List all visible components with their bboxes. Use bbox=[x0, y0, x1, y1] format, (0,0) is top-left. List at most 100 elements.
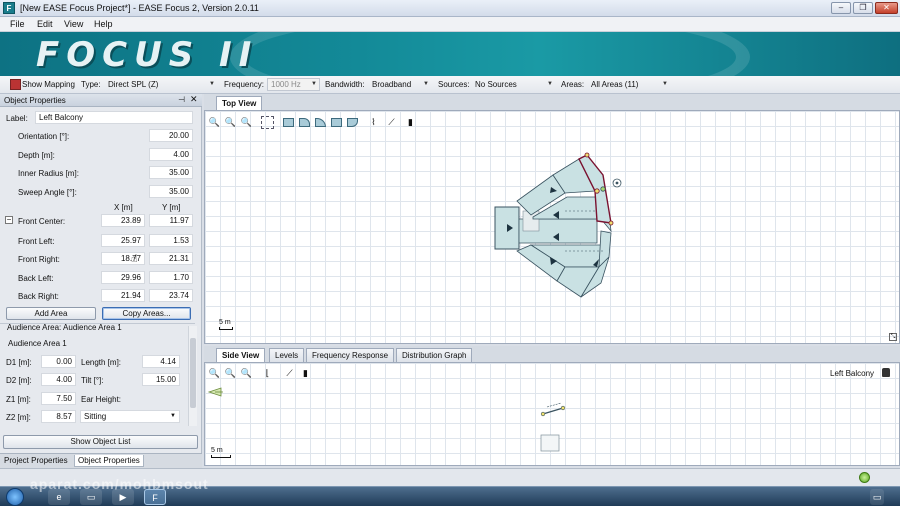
back-left-x[interactable]: 29.96 bbox=[101, 271, 145, 284]
back-right-x[interactable]: 21.94 bbox=[101, 289, 145, 302]
resize-grip-icon[interactable]: ⤡ bbox=[889, 333, 897, 341]
inner-radius-field[interactable]: 35.00 bbox=[149, 166, 193, 179]
type-select[interactable]: Direct SPL (Z) ▼ bbox=[104, 78, 218, 91]
chevron-down-icon: ▼ bbox=[170, 413, 176, 419]
audience-area-name[interactable]: Audience Area 1 bbox=[4, 337, 184, 350]
top-view-canvas[interactable]: 🔍 🔍 🔍 ⌇ ⟋ ▮ 5 m ⤡ bbox=[204, 110, 900, 344]
length-label: Length [m]: bbox=[81, 358, 122, 367]
sweep-angle-label: Sweep Angle [°]: bbox=[18, 188, 77, 197]
mouse-cursor-icon: ☝ bbox=[131, 253, 138, 265]
length-field[interactable]: 4.14 bbox=[142, 355, 180, 368]
top-view-pane: Top View 🔍 🔍 🔍 ⌇ ⟋ ▮ 5 m ⤡ bbox=[204, 94, 900, 344]
scale-label: 5 m bbox=[211, 447, 223, 454]
tab-distribution-graph[interactable]: Distribution Graph bbox=[396, 348, 473, 362]
tilt-field[interactable]: 15.00 bbox=[142, 373, 180, 386]
scrollbar-thumb[interactable] bbox=[190, 338, 196, 408]
z1-label: Z1 [m]: bbox=[6, 395, 31, 404]
sweep-angle-field[interactable]: 35.00 bbox=[149, 185, 193, 198]
z2-label: Z2 [m]: bbox=[6, 413, 31, 422]
front-right-x[interactable]: 18.77 bbox=[101, 252, 145, 265]
close-button[interactable]: ✕ bbox=[875, 2, 898, 14]
status-ok-icon bbox=[859, 472, 870, 483]
bandwidth-label: Bandwidth: bbox=[325, 80, 365, 89]
tab-frequency-response[interactable]: Frequency Response bbox=[306, 348, 395, 362]
panel-header: Object Properties ⊣ ✕ bbox=[0, 94, 202, 107]
back-right-label: Back Right: bbox=[18, 292, 59, 301]
label-label: Label: bbox=[6, 114, 28, 123]
x-column-header: X [m] bbox=[114, 203, 133, 212]
app-banner: FOCUS II bbox=[0, 32, 900, 76]
side-view-drawing bbox=[207, 387, 566, 452]
selected-object-label: Left Balcony bbox=[830, 369, 875, 378]
sources-select[interactable]: No Sources ▼ bbox=[471, 78, 556, 91]
collapse-icon[interactable]: − bbox=[5, 216, 13, 224]
lock-icon[interactable] bbox=[882, 368, 890, 377]
tab-levels[interactable]: Levels bbox=[269, 348, 305, 362]
menu-help[interactable]: Help bbox=[94, 19, 113, 29]
frequency-label: Frequency: bbox=[224, 80, 265, 89]
front-right-y[interactable]: 21.31 bbox=[149, 252, 193, 265]
depth-label: Depth [m]: bbox=[18, 151, 55, 160]
orientation-field[interactable]: 20.00 bbox=[149, 129, 193, 142]
areas-select[interactable]: All Areas (11) ▼ bbox=[587, 78, 671, 91]
back-left-label: Back Left: bbox=[18, 274, 54, 283]
front-center-y[interactable]: 11.97 bbox=[149, 214, 193, 227]
d1-field[interactable]: 0.00 bbox=[41, 355, 76, 368]
label-field[interactable]: Left Balcony bbox=[35, 111, 193, 124]
panel-scrollbar[interactable] bbox=[188, 326, 197, 426]
audience-area-header: Audience Area: Audience Area 1 bbox=[7, 323, 122, 332]
areas-label: Areas: bbox=[561, 80, 585, 89]
scale-bar bbox=[219, 327, 233, 330]
front-center-x[interactable]: 23.89 bbox=[101, 214, 145, 227]
panel-title: Object Properties bbox=[4, 96, 66, 105]
scale-label: 5 m bbox=[219, 319, 231, 326]
back-right-y[interactable]: 23.74 bbox=[149, 289, 193, 302]
frequency-select[interactable]: 1000 Hz ▼ bbox=[267, 78, 320, 91]
title-bar: F [New EASE Focus Project*] - EASE Focus… bbox=[0, 0, 900, 17]
top-view-drawing bbox=[494, 152, 622, 298]
start-button[interactable] bbox=[6, 488, 24, 506]
inner-radius-label: Inner Radius [m]: bbox=[18, 169, 79, 178]
d1-label: D1 [m]: bbox=[6, 358, 32, 367]
scale-bar bbox=[211, 455, 231, 458]
chevron-down-icon: ▼ bbox=[209, 81, 215, 87]
chevron-down-icon: ▼ bbox=[547, 81, 553, 87]
menu-edit[interactable]: Edit bbox=[37, 19, 53, 29]
stage-object[interactable] bbox=[494, 206, 520, 250]
front-left-y[interactable]: 1.53 bbox=[149, 234, 193, 247]
tray-icon[interactable]: ▭ bbox=[870, 489, 884, 505]
ear-height-label: Ear Height: bbox=[81, 395, 122, 404]
tab-object-properties[interactable]: Object Properties bbox=[74, 455, 144, 467]
front-left-x[interactable]: 25.97 bbox=[101, 234, 145, 247]
show-mapping-button[interactable]: Show Mapping bbox=[22, 80, 75, 89]
d2-field[interactable]: 4.00 bbox=[41, 373, 76, 386]
copy-areas-button[interactable]: Copy Areas... bbox=[102, 307, 191, 320]
bandwidth-select[interactable]: Broadband ▼ bbox=[368, 78, 432, 91]
maximize-button[interactable]: ❐ bbox=[853, 2, 873, 14]
z1-field[interactable]: 7.50 bbox=[41, 392, 76, 405]
banner-decoration bbox=[230, 32, 750, 76]
menu-bar: File Edit View Help bbox=[0, 17, 900, 32]
z2-field[interactable]: 8.57 bbox=[41, 410, 76, 423]
close-panel-icon[interactable]: ✕ bbox=[190, 94, 198, 105]
ear-height-select[interactable]: Sitting ▼ bbox=[80, 410, 180, 423]
tab-project-properties[interactable]: Project Properties bbox=[1, 455, 71, 467]
front-center-label: Front Center: bbox=[18, 217, 66, 226]
d2-label: D2 [m]: bbox=[6, 376, 32, 385]
show-mapping-icon[interactable] bbox=[10, 79, 21, 90]
tab-side-view[interactable]: Side View bbox=[216, 348, 266, 362]
minimize-button[interactable]: – bbox=[831, 2, 851, 14]
object-properties-panel: Object Properties ⊣ ✕ Label: Left Balcon… bbox=[0, 94, 202, 468]
pin-icon[interactable]: ⊣ bbox=[178, 95, 185, 104]
add-area-button[interactable]: Add Area bbox=[6, 307, 96, 320]
top-view-tabs: Top View bbox=[204, 94, 900, 110]
show-object-list-button[interactable]: Show Object List bbox=[3, 435, 198, 449]
menu-file[interactable]: File bbox=[10, 19, 25, 29]
back-left-y[interactable]: 1.70 bbox=[149, 271, 193, 284]
tab-top-view[interactable]: Top View bbox=[216, 96, 263, 110]
side-view-canvas[interactable]: 🔍 🔍 🔍 ⌊ ⟋ ▮ Left Balcony 5 m bbox=[204, 362, 900, 466]
type-label: Type: bbox=[81, 80, 101, 89]
depth-field[interactable]: 4.00 bbox=[149, 148, 193, 161]
menu-view[interactable]: View bbox=[64, 19, 83, 29]
app-icon: F bbox=[3, 2, 15, 14]
